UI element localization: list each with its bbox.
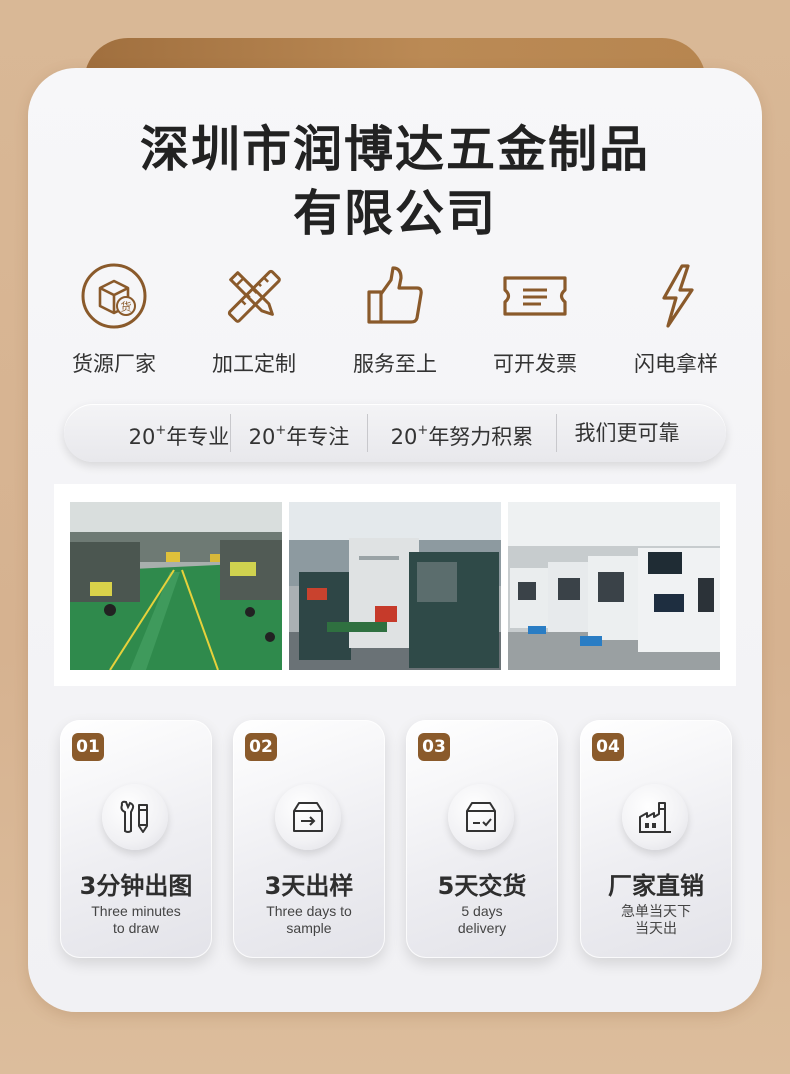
thumbs-up-icon xyxy=(367,266,423,324)
feature-label: 闪电拿样 xyxy=(634,352,718,376)
step-icon-circle xyxy=(275,784,341,850)
step-number-badge: 01 xyxy=(72,733,104,761)
step-title: 3分钟出图 xyxy=(79,872,193,900)
step-icon-circle xyxy=(622,784,688,850)
highlight-item: 20+年努力积累 xyxy=(390,423,534,449)
feature-label: 服务至上 xyxy=(353,352,437,376)
step-card-3: 03 5天交货 5 days delivery xyxy=(406,720,558,958)
factory-photos xyxy=(54,484,736,686)
delivery-box-icon xyxy=(466,802,496,832)
feature-label: 可开发票 xyxy=(493,352,577,376)
company-title-line2: 有限公司 xyxy=(292,185,497,242)
step-title: 5天交货 xyxy=(437,872,527,900)
feature-label: 加工定制 xyxy=(212,352,296,376)
step-subtitle: 5 days delivery xyxy=(457,903,507,936)
machine-line-photo xyxy=(289,502,501,670)
divider xyxy=(230,414,231,452)
sample-box-icon xyxy=(293,802,323,832)
feature-row: 货 货源厂家 加工定制 服务至上 可开发票 闪电拿样 xyxy=(44,262,746,382)
step-subtitle: Three days to sample xyxy=(266,903,352,936)
highlight-item: 我们更可靠 xyxy=(574,421,680,445)
step-card-4: 04 厂家直销 急单当天下 当天出 xyxy=(580,720,732,958)
divider xyxy=(367,414,368,452)
step-card-1: 01 3分钟出图 Three minutes to draw xyxy=(60,720,212,958)
company-title: 深圳市润博达五金制品 有限公司 xyxy=(0,118,790,246)
step-number-badge: 02 xyxy=(245,733,277,761)
step-card-2: 02 3天出样 Three days to sample xyxy=(233,720,385,958)
ruler-pencil-icon xyxy=(227,269,281,323)
box-icon-badge: 货 xyxy=(121,300,132,314)
step-icon-circle xyxy=(102,784,168,850)
feature-custom-processing: 加工定制 xyxy=(184,262,324,382)
company-title-line1: 深圳市润博达五金制品 xyxy=(139,121,650,178)
highlights-bar: 20+年专业 20+年专注 20+年努力积累 我们更可靠 xyxy=(64,404,726,462)
step-icon-circle xyxy=(448,784,514,850)
lightning-icon xyxy=(662,264,694,328)
feature-label: 货源厂家 xyxy=(72,352,156,376)
feature-source-factory: 货 货源厂家 xyxy=(44,262,184,382)
tools-icon xyxy=(120,800,148,833)
factory-icon xyxy=(639,802,671,833)
step-number-badge: 03 xyxy=(418,733,450,761)
box-icon: 货 xyxy=(81,263,147,329)
invoice-icon xyxy=(503,276,567,316)
feature-service-first: 服务至上 xyxy=(325,262,465,382)
highlight-item: 20+年专注 xyxy=(248,423,350,449)
feature-fast-sample: 闪电拿样 xyxy=(606,262,746,382)
step-subtitle: Three minutes to draw xyxy=(91,903,181,936)
divider xyxy=(556,414,557,452)
cnc-lathes-photo xyxy=(508,502,720,670)
step-number-badge: 04 xyxy=(592,733,624,761)
feature-invoice: 可开发票 xyxy=(465,262,605,382)
step-title: 3天出样 xyxy=(264,872,354,900)
factory-floor-photo xyxy=(70,502,282,670)
step-subtitle: 急单当天下 当天出 xyxy=(621,903,691,936)
step-title: 厂家直销 xyxy=(608,872,704,900)
